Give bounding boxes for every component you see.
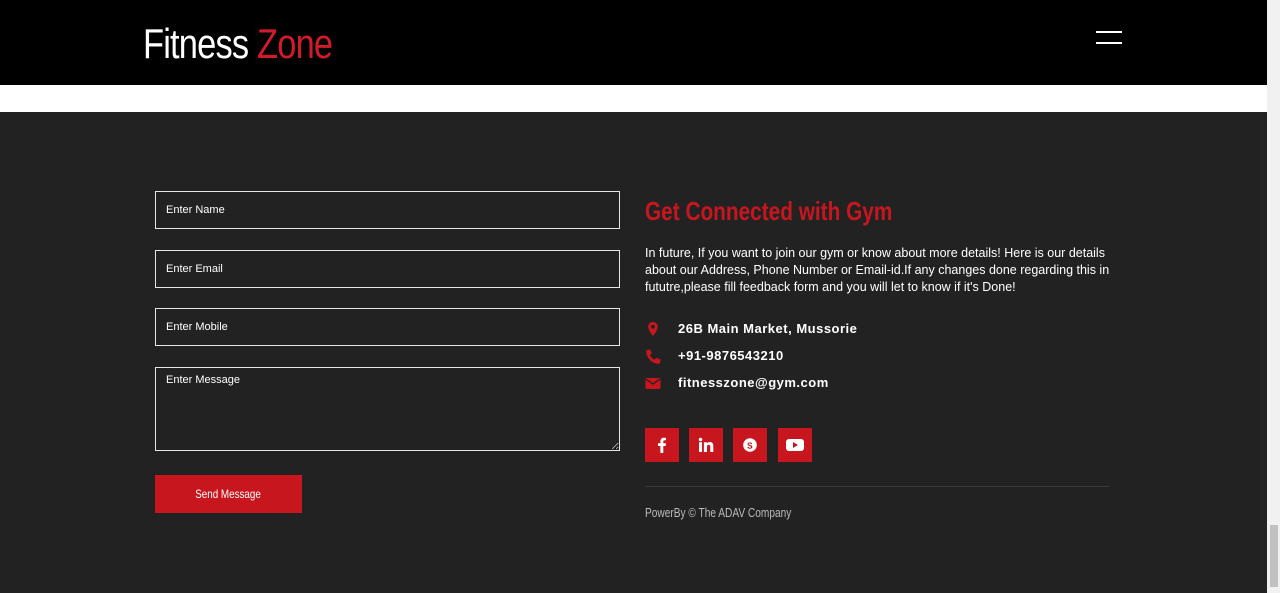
send-message-label: Send Message (195, 487, 262, 501)
mobile-input[interactable] (155, 308, 620, 346)
facebook-link[interactable] (645, 428, 679, 462)
linkedin-link[interactable] (689, 428, 723, 462)
powered-by-text: PowerBy © The ADAV Company (645, 505, 792, 520)
email-input[interactable] (155, 250, 620, 288)
address-text: 26B Main Market, Mussorie (678, 321, 858, 336)
hamburger-menu-icon[interactable] (1096, 31, 1122, 47)
footer-divider (645, 486, 1109, 487)
page-scrollbar[interactable] (1267, 0, 1280, 593)
envelope-icon (645, 375, 661, 391)
address-row: 26B Main Market, Mussorie (645, 321, 857, 337)
contact-footer (0, 112, 1267, 593)
connect-description: In future, If you want to join our gym o… (645, 246, 1110, 294)
name-input[interactable] (155, 191, 620, 229)
brand-name-primary: Fitness (143, 20, 249, 67)
linkedin-icon (698, 437, 714, 452)
skype-icon (743, 438, 757, 452)
navbar: Fitness Zone (0, 0, 1267, 85)
map-marker-icon (645, 321, 661, 337)
email-text: fitnesszone@gym.com (678, 375, 829, 390)
scrollbar-thumb[interactable] (1270, 525, 1278, 587)
send-message-button[interactable]: Send Message (155, 475, 302, 513)
phone-text: +91-9876543210 (678, 348, 784, 363)
brand-logo[interactable]: Fitness Zone (143, 20, 333, 68)
youtube-icon (786, 439, 804, 451)
message-textarea[interactable] (155, 367, 620, 451)
connect-heading: Get Connected with Gym (645, 196, 893, 226)
header-divider-strip (0, 85, 1267, 112)
phone-row: +91-9876543210 (645, 348, 783, 364)
phone-icon (645, 348, 661, 364)
email-row: fitnesszone@gym.com (645, 375, 828, 391)
menu-line (1096, 31, 1122, 33)
brand-name-accent: Zone (257, 20, 333, 67)
menu-line (1096, 42, 1122, 44)
youtube-link[interactable] (778, 428, 812, 462)
skype-link[interactable] (733, 428, 767, 462)
facebook-icon (658, 437, 666, 453)
page: Fitness Zone Send Message Get Connected … (0, 0, 1280, 593)
